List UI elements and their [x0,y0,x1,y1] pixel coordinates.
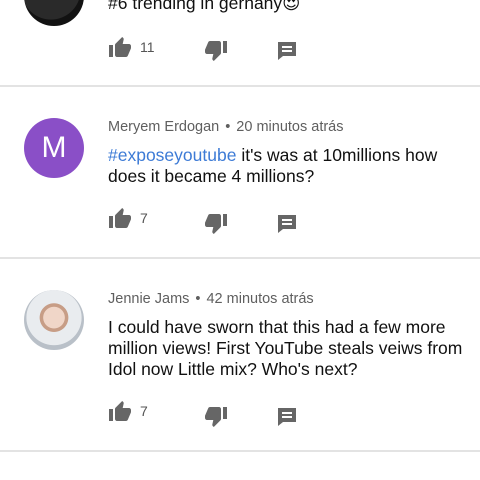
avatar-comment-1[interactable] [24,0,84,26]
thumbs-up-icon [108,36,132,58]
reply-comment-icon [276,40,298,62]
avatar-comment-2[interactable]: M [24,118,84,178]
reply-comment-icon [276,406,298,428]
reply-button[interactable] [276,40,298,62]
comment-3-text: I could have sworn that this had a few m… [108,317,468,380]
like-button[interactable]: 11 [108,36,155,58]
meta-separator: • [225,119,231,135]
thumbs-down-icon [204,213,228,235]
divider [0,257,480,259]
like-button[interactable]: 7 [108,400,148,422]
divider [0,85,480,87]
comment-timestamp[interactable]: 20 minutos atrás [236,119,343,135]
like-count: 7 [140,210,148,226]
meta-separator: • [195,291,201,307]
thumbs-up-icon [108,400,132,422]
like-count: 11 [140,39,155,55]
comment-2-text: #exposeyoutube it's was at 10millions ho… [108,145,468,187]
dislike-button[interactable] [204,213,228,235]
like-button[interactable]: 7 [108,207,148,229]
comment-2-meta: Meryem Erdogan • 20 minutos atrás [108,119,344,135]
divider [0,450,480,452]
heart-eyes-emoji: 😍 [282,0,301,13]
author-name[interactable]: Meryem Erdogan [108,119,219,135]
comment-3-text-body: I could have sworn that this had a few m… [108,317,463,379]
reply-button[interactable] [276,213,298,235]
author-name[interactable]: Jennie Jams [108,291,189,307]
reply-comment-icon [276,213,298,235]
comment-2-actions: 7 [108,207,368,235]
dislike-button[interactable] [204,40,228,62]
avatar-comment-3[interactable] [24,290,84,350]
comment-1-text: #6 trending in gernany😍 [108,0,468,14]
thumbs-up-icon [108,207,132,229]
comment-timestamp[interactable]: 42 minutos atrás [206,291,313,307]
like-count: 7 [140,403,148,419]
thumbs-down-icon [204,40,228,62]
comment-3-actions: 7 [108,400,368,428]
comment-1-actions: 11 [108,36,368,62]
hashtag-link[interactable]: #exposeyoutube [108,145,236,165]
thumbs-down-icon [204,406,228,428]
comment-1-text-body: #6 trending in gernany [108,0,283,13]
reply-button[interactable] [276,406,298,428]
dislike-button[interactable] [204,406,228,428]
comment-3-meta: Jennie Jams • 42 minutos atrás [108,291,314,307]
avatar-letter: M [41,131,67,164]
